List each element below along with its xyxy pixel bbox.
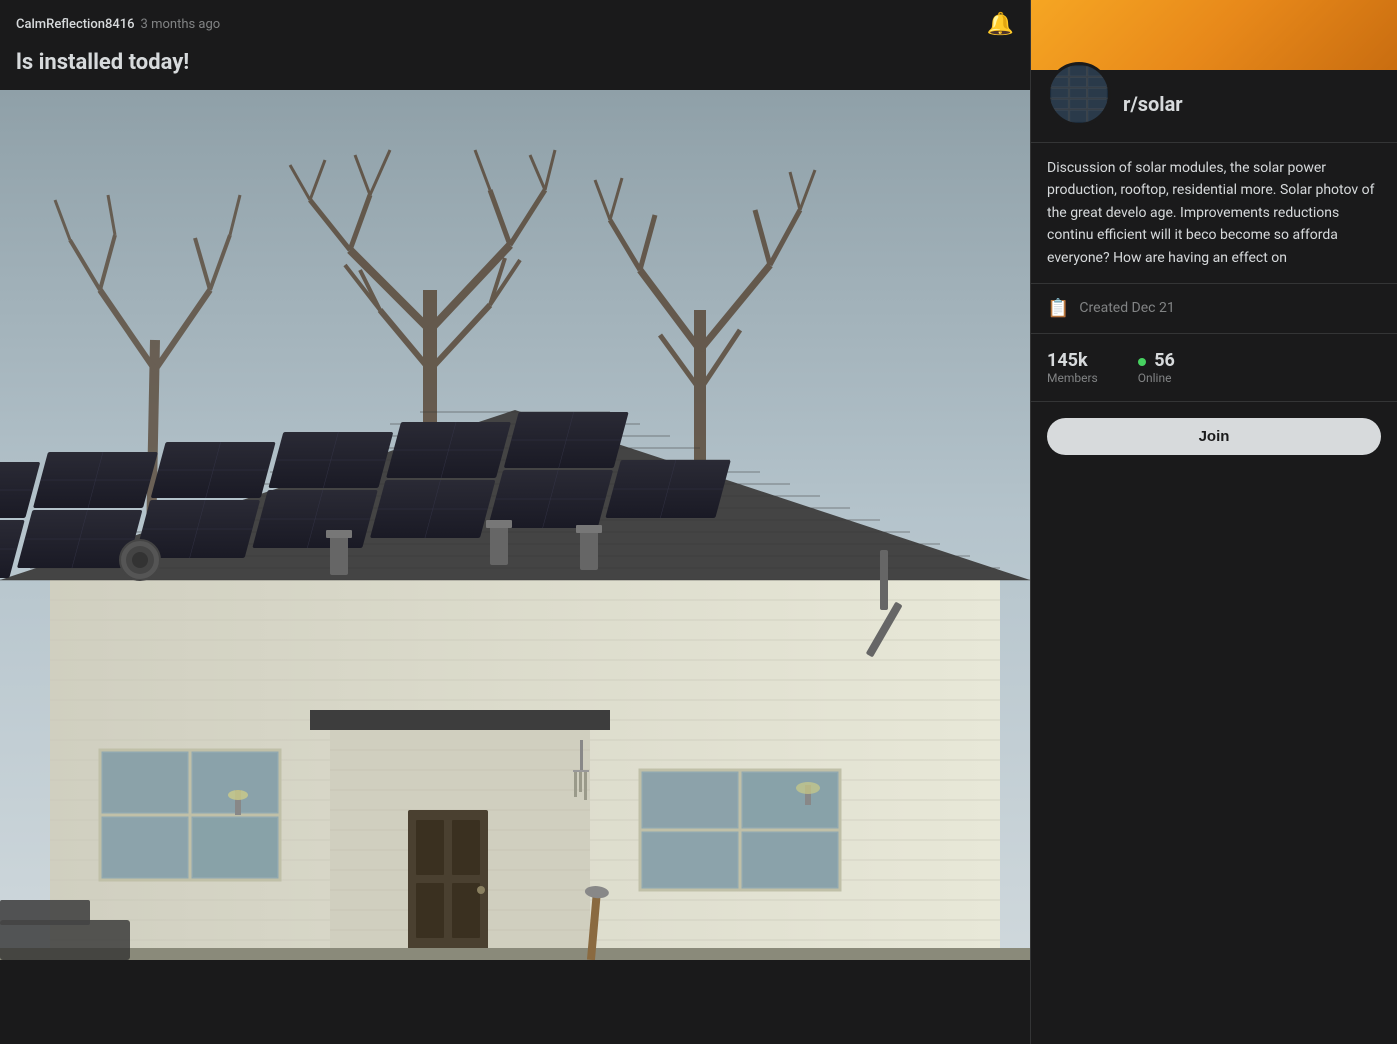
post-image	[0, 90, 1030, 960]
post-meta: CalmReflection8416 3 months ago	[16, 17, 220, 32]
created-date: Created Dec 21	[1079, 300, 1174, 316]
subreddit-description: Discussion of solar modules, the solar p…	[1031, 143, 1397, 284]
online-label: Online	[1138, 371, 1175, 385]
subreddit-created: 📋 Created Dec 21	[1031, 284, 1397, 334]
online-indicator-icon	[1138, 358, 1146, 366]
join-section: Join	[1031, 402, 1397, 471]
online-count: 56	[1138, 350, 1175, 371]
calendar-icon: 📋	[1047, 298, 1069, 319]
subreddit-stats: 145k Members 56 Online	[1031, 334, 1397, 402]
post-header: CalmReflection8416 3 months ago 🔔	[0, 0, 1030, 49]
main-post-area: CalmReflection8416 3 months ago 🔔 ls ins…	[0, 0, 1030, 1044]
subreddit-header: r/solar	[1031, 70, 1397, 143]
subreddit-avatar	[1047, 62, 1111, 126]
members-stat: 145k Members	[1047, 350, 1098, 385]
post-time: 3 months ago	[141, 17, 221, 32]
house-solar-image	[0, 90, 1030, 960]
members-count: 145k	[1047, 350, 1098, 371]
subreddit-name[interactable]: r/solar	[1123, 92, 1183, 116]
join-button[interactable]: Join	[1047, 418, 1381, 455]
post-author[interactable]: CalmReflection8416	[16, 17, 135, 32]
sidebar: r/solar Discussion of solar modules, the…	[1030, 0, 1397, 1044]
notification-bell-icon[interactable]: 🔔	[987, 12, 1014, 37]
subreddit-banner	[1031, 0, 1397, 70]
online-stat: 56 Online	[1138, 350, 1175, 385]
members-label: Members	[1047, 371, 1098, 385]
post-title: ls installed today!	[0, 49, 1030, 90]
